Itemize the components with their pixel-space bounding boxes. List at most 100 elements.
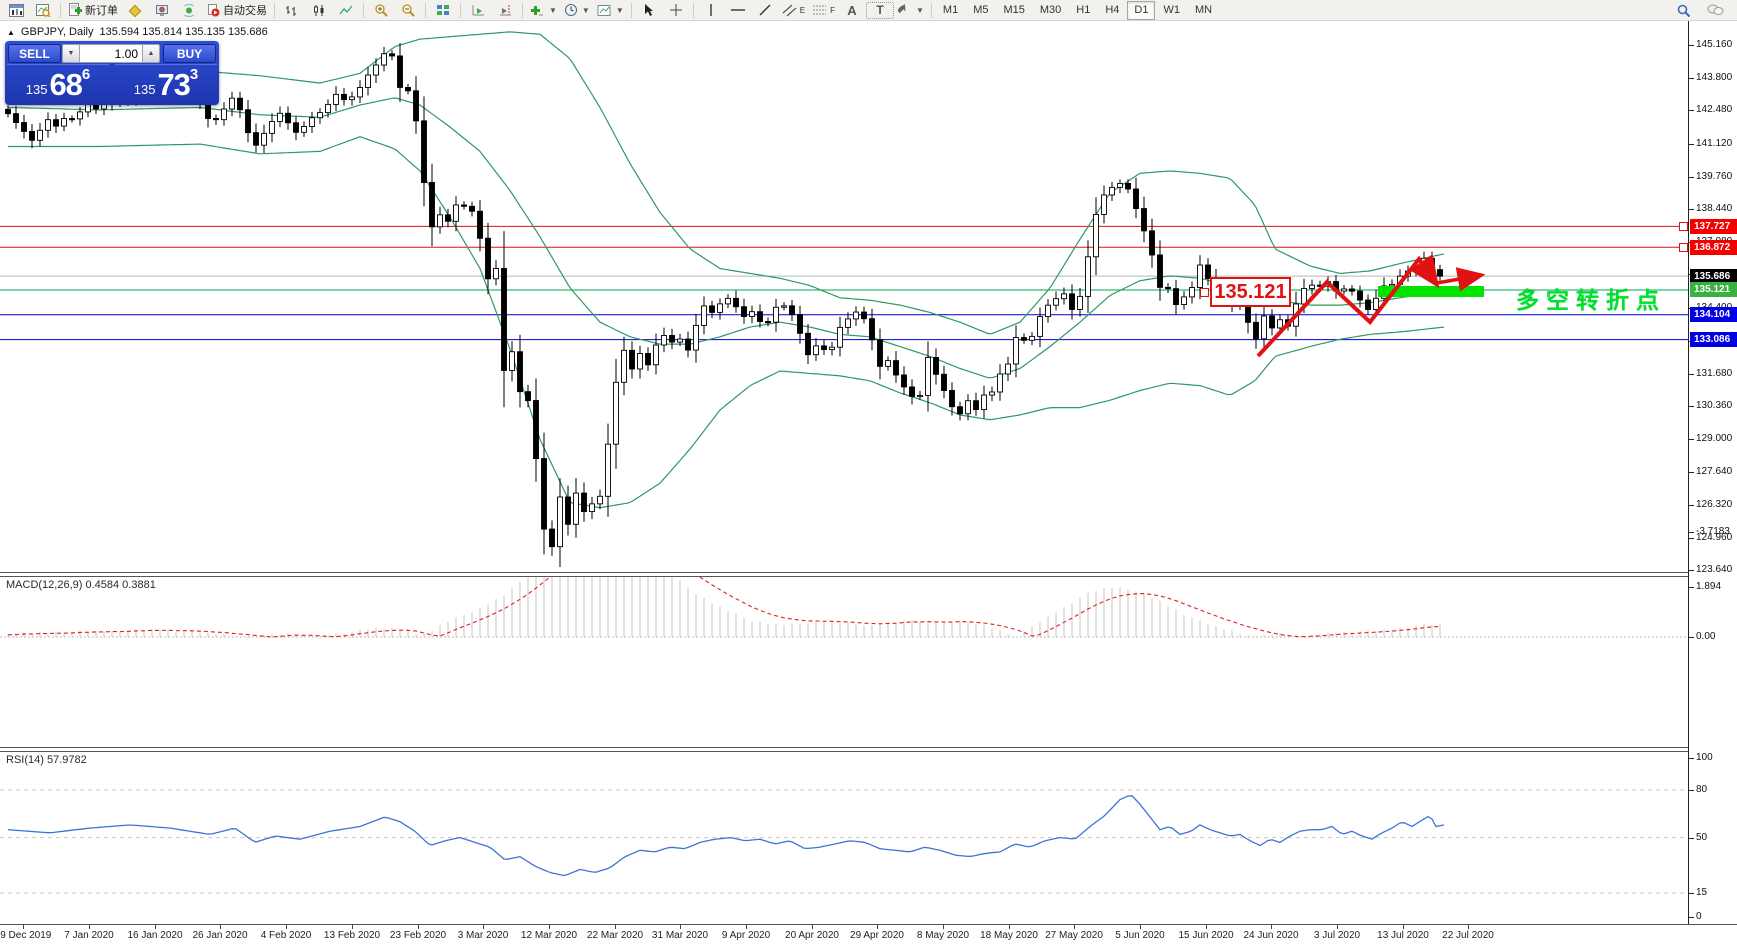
trend-zigzag-arrow[interactable] bbox=[1258, 259, 1437, 356]
candle-body bbox=[750, 312, 755, 317]
timeframe-h1[interactable]: H1 bbox=[1069, 1, 1097, 20]
candle-body bbox=[894, 361, 899, 375]
turning-point-note[interactable]: 多空转折点 bbox=[1516, 281, 1666, 315]
fibonacci-tool-icon[interactable]: F bbox=[809, 1, 838, 19]
profiles-icon[interactable] bbox=[30, 1, 56, 19]
hline-handle[interactable] bbox=[1679, 222, 1688, 231]
axis-tick-mark bbox=[1689, 45, 1694, 46]
axis-tick-mark bbox=[1689, 374, 1694, 375]
bollinger-lower-band[interactable] bbox=[8, 137, 1444, 508]
candle-body bbox=[1030, 336, 1035, 340]
candle-body bbox=[566, 497, 571, 524]
chevron-down-icon: ▼ bbox=[916, 6, 924, 15]
candle-body bbox=[1174, 289, 1179, 305]
date-tick-mark bbox=[1074, 925, 1075, 929]
zoom-out-icon[interactable] bbox=[395, 1, 421, 19]
buy-button[interactable]: BUY bbox=[163, 44, 216, 63]
candle-body bbox=[806, 333, 811, 354]
candlestick-chart-icon[interactable] bbox=[306, 1, 332, 19]
candle-body bbox=[1302, 288, 1307, 304]
timeframe-d1[interactable]: D1 bbox=[1127, 1, 1155, 20]
chat-icon[interactable] bbox=[1702, 1, 1728, 19]
price-axis[interactable]: 145.160143.800142.480141.120139.760138.4… bbox=[1688, 21, 1737, 924]
bollinger-middle-band[interactable] bbox=[8, 98, 1444, 378]
candle-body bbox=[950, 391, 955, 407]
sell-price-display[interactable]: 135 68 6 bbox=[7, 64, 109, 103]
autotrading-button[interactable]: 自动交易 bbox=[203, 1, 270, 19]
date-tick-mark bbox=[23, 925, 24, 929]
date-tick-mark bbox=[1271, 925, 1272, 929]
candle-body bbox=[670, 335, 675, 342]
candle-body bbox=[1414, 269, 1419, 271]
collapse-triangle-icon[interactable]: ▲ bbox=[7, 28, 15, 37]
candle-body bbox=[1142, 209, 1147, 231]
pane-separator[interactable] bbox=[0, 747, 1737, 752]
price-tag-135.686: 135.686 bbox=[1690, 269, 1737, 284]
timeframe-m30[interactable]: M30 bbox=[1033, 1, 1068, 20]
lot-size-input[interactable] bbox=[80, 44, 142, 63]
auto-scroll-icon[interactable] bbox=[465, 1, 491, 19]
candle-body bbox=[934, 357, 939, 374]
chart-shift-icon[interactable] bbox=[492, 1, 518, 19]
timeframe-w1[interactable]: W1 bbox=[1156, 1, 1187, 20]
candle-body bbox=[1182, 297, 1187, 305]
line-chart-icon[interactable] bbox=[333, 1, 359, 19]
candle-body bbox=[1190, 288, 1195, 297]
new-order-button[interactable]: 新订单 bbox=[65, 1, 121, 19]
buy-price-prefix: 135 bbox=[134, 80, 156, 100]
bar-chart-icon[interactable] bbox=[279, 1, 305, 19]
price-annotation-box[interactable]: 135.121 bbox=[1210, 277, 1291, 307]
price-axis-label: 145.160 bbox=[1696, 39, 1732, 50]
candle-body bbox=[1158, 255, 1163, 287]
periods-button[interactable]: ▼ bbox=[561, 1, 593, 19]
hline-handle[interactable] bbox=[1679, 243, 1688, 252]
candle-body bbox=[446, 215, 451, 221]
new-chart-icon[interactable] bbox=[3, 1, 29, 19]
add-indicator-button[interactable]: ▼ bbox=[527, 1, 560, 19]
text-label-tool-icon[interactable]: T bbox=[866, 2, 894, 19]
axis-tick-mark bbox=[1689, 587, 1694, 588]
sell-button[interactable]: SELL bbox=[8, 44, 61, 63]
candle-body bbox=[254, 133, 259, 146]
lot-increase-button[interactable]: ▲ bbox=[142, 44, 160, 63]
date-axis-label: 27 May 2020 bbox=[1045, 930, 1103, 941]
candle-body bbox=[622, 350, 627, 382]
candle-body bbox=[710, 306, 715, 312]
timeframe-m1[interactable]: M1 bbox=[936, 1, 965, 20]
text-tool-icon[interactable]: A bbox=[839, 1, 865, 19]
timeframe-m5[interactable]: M5 bbox=[966, 1, 995, 20]
price-axis-label: 131.680 bbox=[1696, 368, 1732, 379]
date-axis[interactable]: 29 Dec 20197 Jan 202016 Jan 202026 Jan 2… bbox=[0, 924, 1737, 944]
candle-body bbox=[998, 374, 1003, 392]
cursor-tool-icon[interactable] bbox=[636, 1, 662, 19]
annotation-anchor-square[interactable] bbox=[1200, 288, 1209, 297]
toolbar-separator bbox=[425, 3, 426, 18]
equidistant-channel-tool-icon[interactable]: E bbox=[779, 1, 808, 19]
timeframe-m15[interactable]: M15 bbox=[996, 1, 1031, 20]
templates-button[interactable]: ▼ bbox=[594, 1, 627, 19]
candle-body bbox=[910, 387, 915, 396]
price-chart-pane[interactable] bbox=[0, 21, 1688, 572]
candle-body bbox=[550, 529, 555, 547]
timeframe-h4[interactable]: H4 bbox=[1098, 1, 1126, 20]
toolbar-separator bbox=[693, 3, 694, 18]
vertical-line-tool-icon[interactable] bbox=[698, 1, 724, 19]
tile-windows-icon[interactable] bbox=[430, 1, 456, 19]
buy-price-display[interactable]: 135 73 3 bbox=[115, 64, 217, 103]
market-icon[interactable] bbox=[149, 1, 175, 19]
crosshair-tool-icon[interactable] bbox=[663, 1, 689, 19]
candle-body bbox=[1438, 270, 1443, 277]
pane-separator[interactable] bbox=[0, 572, 1737, 577]
arrows-tool-icon[interactable]: ▼ bbox=[895, 1, 927, 19]
trendline-tool-icon[interactable] bbox=[752, 1, 778, 19]
label-tool-letter: T bbox=[876, 3, 883, 17]
macd-histogram bbox=[8, 576, 1440, 637]
horizontal-line-tool-icon[interactable] bbox=[725, 1, 751, 19]
search-icon[interactable] bbox=[1670, 1, 1696, 19]
lot-decrease-button[interactable]: ▼ bbox=[62, 44, 80, 63]
price-tag-134.104: 134.104 bbox=[1690, 307, 1737, 322]
signals-icon[interactable] bbox=[176, 1, 202, 19]
metaeditor-icon[interactable] bbox=[122, 1, 148, 19]
timeframe-mn[interactable]: MN bbox=[1188, 1, 1219, 20]
zoom-in-icon[interactable] bbox=[368, 1, 394, 19]
